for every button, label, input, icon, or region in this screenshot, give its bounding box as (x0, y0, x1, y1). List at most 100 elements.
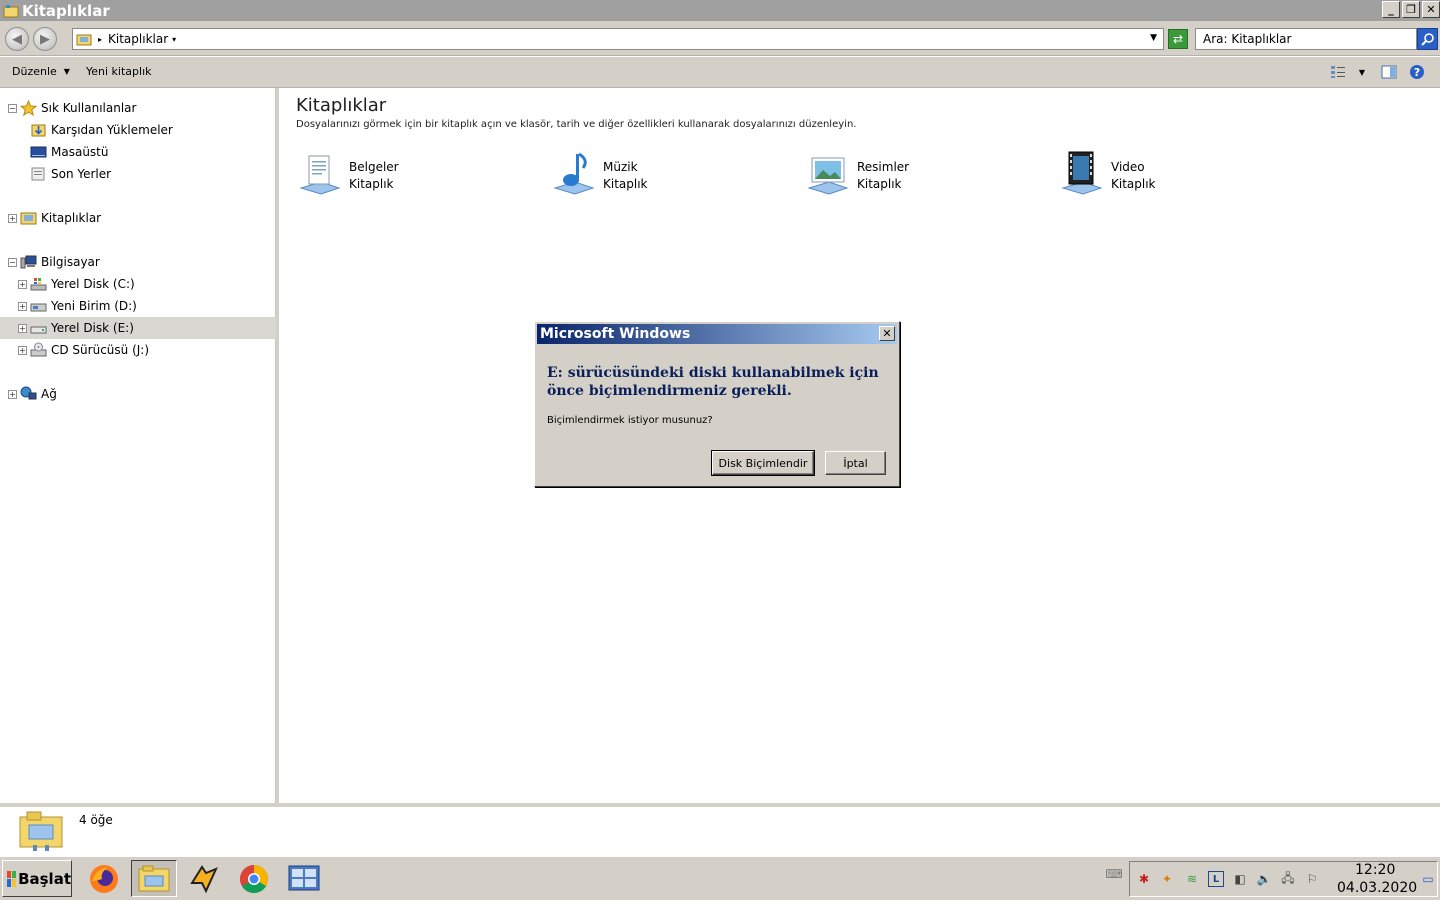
page-description: Dosyalarınızı görmek için bir kitaplık a… (296, 119, 857, 130)
help-button[interactable]: ? (1408, 64, 1426, 80)
clock-time[interactable]: 12:20 (1355, 862, 1395, 878)
libraries-icon (3, 4, 19, 17)
change-view-button[interactable] (1328, 64, 1348, 80)
tree-item-label: Son Yerler (51, 167, 112, 181)
page-title: Kitaplıklar (296, 95, 387, 116)
taskbar-control-panel[interactable] (281, 860, 327, 897)
dialog-titlebar: Microsoft Windows (537, 324, 897, 344)
tree-item-label: Masaüstü (51, 145, 109, 159)
computer-icon (20, 255, 37, 269)
close-button[interactable]: ✕ (1422, 1, 1440, 18)
command-bar: Düzenle ▼ Yeni kitaplık ▼ ? (0, 57, 1440, 88)
tree-item-label: Kitaplıklar (41, 211, 102, 225)
l-app-icon[interactable]: L (1208, 871, 1224, 887)
library-documents[interactable]: Belgeler Kitaplık (295, 148, 515, 202)
view-options-icon (1331, 66, 1345, 78)
close-icon: ✕ (882, 327, 892, 340)
tree-item-label: Ağ (41, 387, 57, 401)
antivirus-icon[interactable]: ✱ (1136, 871, 1152, 887)
network-tray-icon[interactable]: 🖧 (1280, 871, 1296, 887)
taskbar: Başlat ⌨ ✱ ✦ ≋ L ◧ 🔈 🖧 ⚐ ▭ (0, 856, 1440, 900)
expand-icon[interactable]: + (8, 389, 17, 399)
view-dropdown-icon[interactable]: ▼ (1356, 64, 1368, 80)
star-icon (20, 100, 37, 116)
windows-explorer-icon (138, 865, 170, 891)
search-placeholder: Ara: Kitaplıklar (1203, 32, 1292, 46)
tree-item-label: Sık Kullanılanlar (41, 101, 137, 115)
collapse-icon[interactable]: − (8, 103, 17, 113)
search-icon (1420, 33, 1434, 46)
minimize-button[interactable]: _ (1382, 1, 1400, 18)
back-button[interactable]: ◀ (5, 27, 29, 51)
start-button[interactable]: Başlat (2, 860, 72, 897)
taskbar-chrome[interactable] (231, 860, 277, 897)
tree-item-drive-e[interactable]: + Yerel Disk (E:) (0, 317, 276, 339)
tree-item-label: Yeni Birim (D:) (51, 299, 137, 313)
expand-icon[interactable]: + (8, 213, 17, 223)
cancel-button[interactable]: İptal (825, 451, 886, 475)
expand-icon[interactable]: + (18, 279, 27, 289)
libraries-large-icon (19, 811, 63, 851)
format-disk-button[interactable]: Disk Biçimlendir (711, 450, 815, 476)
desktop-icon (30, 146, 47, 158)
show-desktop-icon[interactable]: ▭ (1420, 871, 1436, 887)
taskbar-winamp[interactable] (181, 860, 227, 897)
app-tray-icon[interactable]: ✦ (1159, 871, 1175, 887)
library-music[interactable]: Müzik Kitaplık (549, 148, 769, 202)
chrome-icon (240, 864, 268, 893)
flag-app-icon[interactable]: ◧ (1232, 871, 1248, 887)
taskbar-explorer[interactable] (131, 860, 177, 897)
organize-button[interactable]: Düzenle ▼ (12, 65, 70, 78)
help-icon: ? (1410, 65, 1424, 79)
tree-item-drive-d[interactable]: + Yeni Birim (D:) (0, 295, 276, 317)
lightning-icon (190, 864, 218, 893)
restore-button[interactable]: ❐ (1402, 1, 1420, 18)
new-library-label: Yeni kitaplık (86, 65, 152, 78)
library-pictures[interactable]: Resimler Kitaplık (803, 148, 1023, 202)
tree-item-label: Yerel Disk (C:) (51, 277, 135, 291)
library-name: Belgeler (349, 160, 399, 174)
tree-item-network[interactable]: + Ağ (0, 383, 276, 405)
tree-item-drive-j[interactable]: + CD Sürücüsü (J:) (0, 339, 276, 361)
library-name: Video (1111, 160, 1145, 174)
tree-item-drive-c[interactable]: + Yerel Disk (C:) (0, 273, 276, 295)
search-input[interactable]: Ara: Kitaplıklar (1195, 28, 1417, 50)
organize-label: Düzenle (12, 65, 57, 78)
search-button[interactable] (1417, 28, 1438, 50)
volume-icon[interactable]: 🔈 (1256, 871, 1272, 887)
address-bar[interactable]: ▸ Kitaplıklar ▾ ▼ (72, 28, 1164, 50)
taskbar-firefox[interactable] (81, 860, 127, 897)
expand-icon[interactable]: + (18, 323, 27, 333)
address-history-dropdown-icon[interactable]: ▼ (1150, 33, 1157, 43)
start-label: Başlat (18, 869, 71, 888)
expand-icon[interactable]: + (18, 301, 27, 311)
breadcrumb-chevron-down-icon[interactable]: ▾ (172, 35, 176, 44)
keyboard-icon[interactable]: ⌨ (1105, 866, 1122, 882)
wifi-icon[interactable]: ≋ (1184, 871, 1200, 887)
refresh-button[interactable]: ⇄ (1168, 29, 1188, 49)
tree-item-desktop[interactable]: Masaüstü (0, 141, 276, 163)
tree-item-downloads[interactable]: Karşıdan Yüklemeler (0, 119, 276, 141)
forward-button[interactable]: ▶ (33, 27, 57, 51)
navigation-pane: − Sık Kullanılanlar Karşıdan Yüklemeler … (0, 88, 276, 803)
tree-item-favorites[interactable]: − Sık Kullanılanlar (0, 97, 276, 119)
library-type: Kitaplık (857, 177, 902, 191)
collapse-icon[interactable]: − (8, 257, 17, 267)
breadcrumb-arrow-icon[interactable]: ▸ (98, 35, 102, 44)
library-video[interactable]: Video Kitaplık (1057, 148, 1277, 202)
expand-icon[interactable]: + (18, 345, 27, 355)
firefox-icon (90, 864, 118, 893)
new-library-button[interactable]: Yeni kitaplık (86, 65, 152, 78)
tree-item-libraries[interactable]: + Kitaplıklar (0, 207, 276, 229)
preview-pane-icon (1381, 65, 1397, 79)
clock-date[interactable]: 04.03.2020 (1337, 880, 1417, 896)
forward-arrow-icon: ▶ (40, 31, 50, 47)
preview-pane-button[interactable] (1380, 64, 1398, 80)
refresh-icon: ⇄ (1172, 32, 1184, 46)
dialog-close-button[interactable]: ✕ (879, 326, 895, 341)
tree-item-computer[interactable]: − Bilgisayar (0, 251, 276, 273)
breadcrumb[interactable]: Kitaplıklar (108, 32, 168, 46)
action-center-flag-icon[interactable]: ⚐ (1304, 871, 1320, 887)
tree-item-recent[interactable]: Son Yerler (0, 163, 276, 185)
system-drive-icon (30, 278, 47, 291)
